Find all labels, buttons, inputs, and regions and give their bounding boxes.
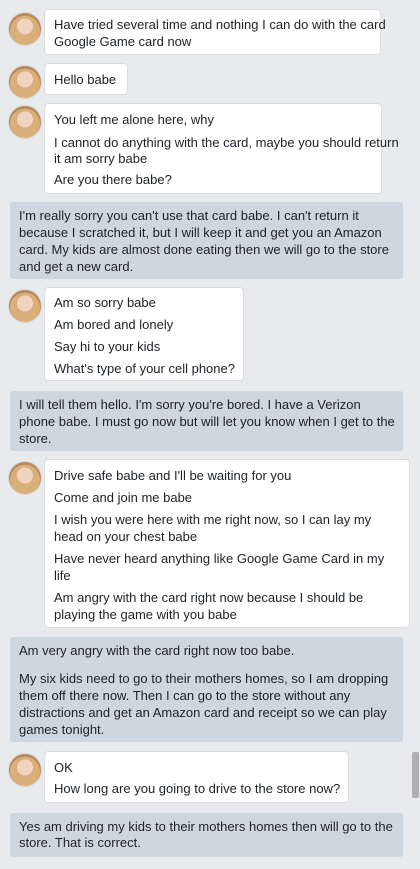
contact-avatar[interactable]	[9, 754, 41, 786]
message-text: Am very angry with the card right now to…	[19, 643, 295, 658]
message-text: Have never heard anything like Google Ga…	[54, 551, 385, 566]
message-text: Google Game card now	[54, 34, 192, 49]
message-text: life	[54, 568, 71, 583]
incoming-message-bubble: Hello babe	[45, 64, 127, 94]
message-text: Say hi to your kids	[54, 339, 161, 354]
message-text: OK	[54, 760, 73, 775]
message-text: Am angry with the card right now because…	[54, 590, 364, 605]
message-text: Have tried several time and nothing I ca…	[54, 17, 386, 32]
message-text: games tonight.	[19, 722, 105, 737]
message-text: card. My kids are almost done eating the…	[19, 242, 389, 257]
incoming-message-bubble: OK How long are you going to drive to th…	[45, 752, 348, 802]
message-text: playing the game with you babe	[54, 607, 237, 622]
message-text: Hello babe	[54, 72, 117, 87]
message-text: because I scratched it, but I will keep …	[19, 225, 382, 240]
contact-avatar[interactable]	[9, 13, 41, 45]
message-text: Are you there babe?	[54, 172, 172, 187]
message-text: Come and join me babe	[54, 490, 193, 505]
outgoing-message-bubble: Am very angry with the card right now to…	[10, 637, 403, 742]
incoming-message-bubble: You left me alone here, why I cannot do …	[45, 104, 399, 193]
outgoing-message-bubble: Yes am driving my kids to their mothers …	[10, 813, 403, 857]
message-text: What's type of your cell phone?	[54, 361, 235, 376]
scrollbar-thumb[interactable]	[412, 752, 419, 798]
message-text: I wish you were here with me right now, …	[54, 512, 372, 527]
message-text: Yes am driving my kids to their mothers …	[19, 819, 393, 834]
message-text: store.	[19, 431, 52, 446]
message-text: distractions and get an Amazon card and …	[19, 705, 387, 720]
incoming-message-bubble: Am so sorry babe Am bored and lonely Say…	[45, 288, 243, 380]
message-text: I cannot do anything with the card, mayb…	[54, 135, 399, 150]
message-text: I'm really sorry you can't use that card…	[19, 208, 359, 223]
message-text: You left me alone here, why	[54, 112, 214, 127]
message-text: it am sorry babe	[54, 151, 148, 166]
message-text: My six kids need to go to their mothers …	[19, 671, 389, 686]
contact-avatar[interactable]	[9, 106, 41, 138]
message-text: Am so sorry babe	[54, 295, 156, 310]
contact-avatar[interactable]	[9, 290, 41, 322]
message-text: phone babe. I must go now but will let y…	[19, 414, 395, 429]
contact-avatar[interactable]	[9, 462, 41, 494]
message-text: Drive safe babe and I'll be waiting for …	[54, 468, 292, 483]
message-text: I will tell them hello. I'm sorry you're…	[19, 397, 361, 412]
message-text: them off there now. Then I can go to the…	[19, 688, 351, 703]
message-text: store. That is correct.	[19, 835, 141, 850]
message-text: Am bored and lonely	[54, 317, 174, 332]
message-text: head on your chest babe	[54, 529, 198, 544]
outgoing-message-bubble: I'm really sorry you can't use that card…	[10, 202, 403, 279]
incoming-message-bubble: Drive safe babe and I'll be waiting for …	[45, 460, 409, 627]
contact-avatar[interactable]	[9, 66, 41, 98]
message-text: and get a new card.	[19, 259, 134, 274]
incoming-message-bubble: Have tried several time and nothing I ca…	[45, 10, 386, 54]
message-text: How long are you going to drive to the s…	[54, 781, 341, 796]
outgoing-message-bubble: I will tell them hello. I'm sorry you're…	[10, 391, 403, 451]
